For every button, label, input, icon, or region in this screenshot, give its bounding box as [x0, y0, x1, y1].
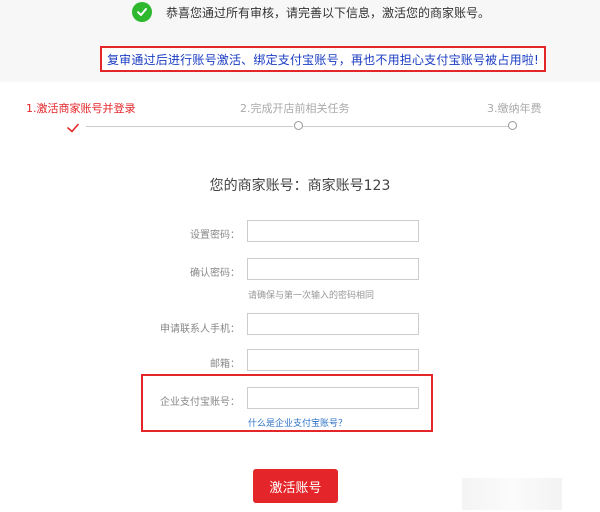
notice-box: 复审通过后进行账号激活、绑定支付宝账号，再也不用担心支付宝账号被占用啦!	[100, 46, 546, 72]
phone-label: 申请联系人手机：	[160, 324, 240, 335]
email-label: 邮箱：	[210, 359, 240, 370]
step-2-circle-icon	[294, 121, 303, 130]
step-2-label: 2.完成开店前相关任务	[240, 102, 350, 115]
activate-account-button[interactable]: 激活账号	[253, 469, 338, 503]
password-input[interactable]	[247, 220, 419, 242]
check-icon	[66, 119, 80, 133]
phone-input[interactable]	[247, 313, 419, 335]
step-3-circle-icon	[508, 121, 517, 130]
notice-text: 复审通过后进行账号激活、绑定支付宝账号，再也不用担心支付宝账号被占用啦!	[106, 52, 539, 67]
email-input[interactable]	[247, 349, 419, 371]
step-connector-1	[86, 126, 293, 127]
confirm-password-input[interactable]	[247, 258, 419, 280]
step-connector-2	[303, 126, 508, 127]
alipay-label: 企业支付宝账号：	[160, 397, 240, 408]
step-1-label: 1.激活商家账号并登录	[26, 102, 136, 115]
success-message: 恭喜您通过所有审核，请完善以下信息，激活您的商家账号。	[166, 5, 491, 20]
check-circle-icon	[132, 2, 152, 22]
step-3-label: 3.缴纳年费	[487, 102, 542, 115]
confirm-password-label: 确认密码：	[190, 268, 240, 279]
success-message-row: 恭喜您通过所有审核，请完善以下信息，激活您的商家账号。	[132, 0, 490, 24]
alipay-help-link[interactable]: 什么是企业支付宝账号？	[248, 416, 347, 429]
confirm-password-hint: 请确保与第一次输入的密码相同	[248, 291, 375, 301]
password-label: 设置密码：	[190, 230, 240, 241]
alipay-input[interactable]	[247, 387, 419, 409]
watermark-blur	[462, 478, 562, 510]
account-title: 您的商家账号：商家账号123	[209, 178, 391, 194]
